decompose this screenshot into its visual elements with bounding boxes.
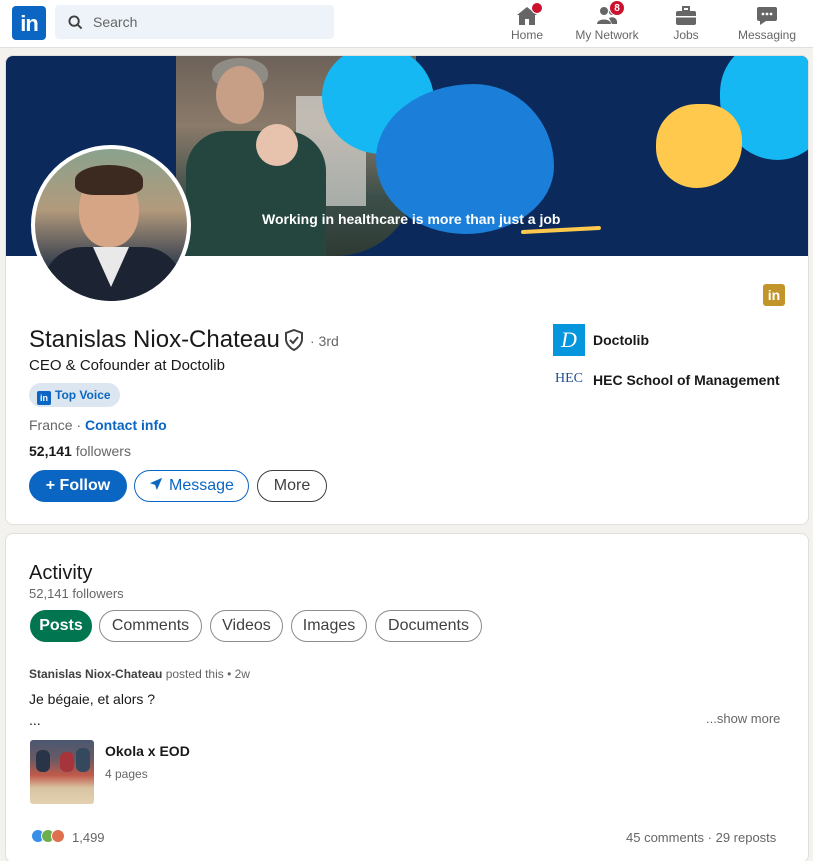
tab-comments[interactable]: Comments bbox=[99, 610, 202, 642]
contact-info-link[interactable]: Contact info bbox=[85, 417, 167, 433]
document-pages: 4 pages bbox=[105, 767, 148, 781]
linkedin-logo[interactable]: in bbox=[12, 6, 46, 40]
banner-blob-yellow bbox=[656, 104, 742, 188]
top-voice-label: Top Voice bbox=[55, 388, 111, 402]
post-engagement[interactable]: 45 comments · 29 reposts bbox=[626, 830, 776, 845]
nav-home-label: Home bbox=[510, 28, 543, 42]
profile-name: Stanislas Niox-Chateau bbox=[29, 326, 280, 353]
thumb-person-3 bbox=[76, 748, 90, 772]
profile-card: Working in healthcare is more than just … bbox=[5, 55, 809, 525]
thumb-person-2 bbox=[60, 752, 74, 772]
more-button[interactable]: More bbox=[257, 470, 327, 502]
reaction-count[interactable]: 1,499 bbox=[72, 830, 105, 845]
follow-button[interactable]: + Follow bbox=[29, 470, 127, 502]
send-icon bbox=[149, 477, 163, 491]
tab-documents[interactable]: Documents bbox=[375, 610, 482, 642]
show-more-link[interactable]: ...show more bbox=[706, 711, 780, 726]
post-header: Stanislas Niox-Chateau posted this • 2w bbox=[29, 667, 250, 681]
location-text: France · bbox=[29, 417, 86, 433]
nav-home[interactable]: Home bbox=[503, 0, 551, 48]
activity-card: Activity 52,141 followers Posts Comments… bbox=[5, 533, 809, 861]
nav-my-network[interactable]: 8 My Network bbox=[572, 0, 642, 48]
connection-degree: · 3rd bbox=[310, 333, 339, 349]
message-button-label: Message bbox=[169, 477, 234, 494]
tab-images[interactable]: Images bbox=[291, 610, 367, 642]
post-ellipsis: ... bbox=[29, 712, 41, 728]
doctolib-logo: D bbox=[553, 324, 585, 356]
banner-baby bbox=[256, 124, 298, 166]
home-notification-dot bbox=[531, 2, 543, 14]
love-reaction-icon bbox=[51, 829, 65, 843]
nav-messaging-label: Messaging bbox=[737, 28, 797, 42]
search-input[interactable] bbox=[93, 5, 323, 39]
profile-location: France · Contact info bbox=[29, 417, 167, 433]
post-text: Je bégaie, et alors ? bbox=[29, 691, 156, 707]
tab-videos[interactable]: Videos bbox=[210, 610, 283, 642]
company-name-hec: HEC School of Management bbox=[593, 372, 780, 388]
activity-title: Activity bbox=[29, 562, 93, 584]
activity-followers: 52,141 followers bbox=[29, 586, 124, 601]
briefcase-icon bbox=[676, 6, 696, 25]
banner-tagline-a: Working in healthcare is more than bbox=[262, 211, 500, 227]
nav-jobs-label: Jobs bbox=[673, 28, 699, 42]
profile-headline: CEO & Cofounder at Doctolib bbox=[29, 357, 225, 374]
message-button[interactable]: Message bbox=[134, 470, 249, 502]
thumb-person-1 bbox=[36, 750, 50, 772]
global-nav: in Home 8 My Network Jobs bbox=[0, 0, 813, 48]
top-voice-badge[interactable]: in Top Voice bbox=[29, 383, 120, 407]
banner-person-head bbox=[216, 66, 264, 124]
profile-followers: 52,141 followers bbox=[29, 443, 131, 459]
chat-icon bbox=[757, 7, 777, 25]
followers-count: 52,141 bbox=[29, 443, 72, 459]
search-icon bbox=[68, 15, 83, 30]
post-author[interactable]: Stanislas Niox-Chateau bbox=[29, 667, 162, 681]
nav-messaging[interactable]: Messaging bbox=[735, 0, 799, 48]
banner-tagline-b: just a job bbox=[499, 211, 561, 227]
network-badge: 8 bbox=[609, 0, 625, 16]
search-bar[interactable] bbox=[55, 5, 334, 39]
nav-jobs[interactable]: Jobs bbox=[664, 0, 708, 48]
post-meta: posted this • 2w bbox=[162, 667, 250, 681]
linkedin-premium-icon: in bbox=[763, 284, 785, 306]
nav-my-network-label: My Network bbox=[575, 28, 639, 42]
company-name-doctolib: Doctolib bbox=[593, 332, 649, 348]
hec-logo: HEC bbox=[555, 371, 583, 386]
verified-shield-icon[interactable] bbox=[284, 329, 304, 351]
followers-label: followers bbox=[71, 443, 131, 459]
document-title[interactable]: Okola x EOD bbox=[105, 743, 190, 759]
avatar-hair bbox=[75, 165, 143, 195]
tab-posts[interactable]: Posts bbox=[30, 610, 92, 642]
banner-underline bbox=[520, 225, 602, 235]
linkedin-mini-icon: in bbox=[37, 391, 51, 405]
banner-tagline: Working in healthcare is more than just … bbox=[262, 211, 622, 227]
reaction-icons[interactable] bbox=[31, 829, 73, 845]
document-thumbnail[interactable] bbox=[30, 740, 94, 804]
profile-avatar[interactable] bbox=[31, 145, 191, 305]
